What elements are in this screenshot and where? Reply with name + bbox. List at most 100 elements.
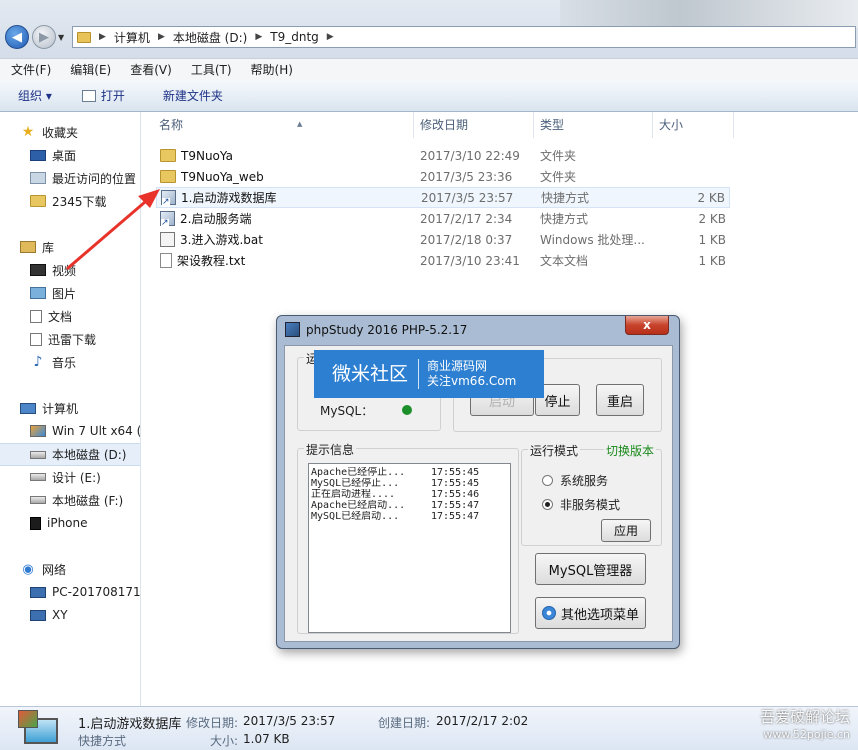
column-name-label: 名称	[159, 118, 184, 132]
forward-button[interactable]: ▶	[32, 25, 56, 49]
file-date: 2017/2/17 2:34	[420, 211, 513, 226]
sidebar-item-label: 音乐	[52, 355, 77, 370]
sidebar-item-pc-2017081717[interactable]: PC-2017081717	[30, 582, 141, 602]
column-header-date[interactable]: 修改日期	[420, 116, 468, 138]
file-row[interactable]: T9NuoYa 2017/3/10 22:49 文件夹	[156, 145, 730, 166]
radio-non-service-mode[interactable]: 非服务模式	[542, 496, 620, 513]
folder-icon	[160, 170, 176, 183]
sidebar-libraries[interactable]: 库	[20, 237, 54, 257]
sidebar-item-videos[interactable]: 视频	[30, 260, 76, 280]
radio-system-service[interactable]: 系统服务	[542, 472, 608, 489]
sidebar-item-documents[interactable]: 文档	[30, 306, 72, 326]
sidebar-item-desktop[interactable]: 桌面	[30, 145, 76, 165]
column-divider[interactable]	[652, 112, 653, 138]
file-row[interactable]: 2.启动服务端 2017/2/17 2:34 快捷方式 2 KB	[156, 208, 730, 229]
switch-version-link[interactable]: 切换版本	[604, 442, 657, 459]
drive-icon	[30, 496, 46, 504]
address-bar[interactable]: ▶ 计算机 ▶ 本地磁盘 (D:) ▶ T9_dntg ▶	[72, 26, 856, 48]
details-modified-label: 修改日期:	[186, 716, 239, 730]
log-message: 正在启动进程....	[311, 489, 396, 500]
file-size: 2 KB	[697, 190, 725, 205]
column-divider[interactable]	[533, 112, 534, 138]
video-icon	[30, 264, 46, 276]
back-button[interactable]: ◀	[5, 25, 29, 49]
address-row: ◀ ▶ ▼ ▶ 计算机 ▶ 本地磁盘 (D:) ▶ T9_dntg ▶	[0, 0, 858, 58]
watermark-line: 关注vm66.Com	[427, 374, 517, 388]
sidebar-item-label: PC-2017081717	[52, 585, 141, 599]
sidebar-item-label: 桌面	[52, 148, 77, 163]
column-header-name[interactable]: 名称 ▲	[159, 116, 302, 138]
close-button[interactable]: x	[625, 316, 669, 335]
log-message: Apache已经停止...	[311, 467, 406, 478]
mysql-manager-button[interactable]: MySQL管理器	[535, 553, 646, 585]
menu-file[interactable]: 文件(F)	[0, 61, 59, 78]
sidebar-favorites-label: 收藏夹	[42, 125, 79, 140]
picture-icon	[30, 287, 46, 299]
sidebar-item-drive-c[interactable]: Win 7 Ult x64 (C	[30, 421, 140, 441]
navigation-pane: ★ 收藏夹 桌面 最近访问的位置 2345下载 库 视频 图片 文档 迅雷下载 …	[0, 112, 141, 706]
chevron-right-icon[interactable]: ▶	[158, 32, 165, 42]
log-line: 正在启动进程.... 17:55:46	[311, 489, 508, 500]
sidebar-item-xy[interactable]: XY	[30, 605, 68, 625]
recent-pages-dropdown[interactable]: ▼	[58, 33, 64, 42]
menu-tools[interactable]: 工具(T)	[180, 61, 240, 78]
sidebar-item-drive-d[interactable]: 本地磁盘 (D:)	[0, 443, 140, 466]
breadcrumb-t9-dntg[interactable]: T9_dntg	[270, 30, 319, 44]
file-row[interactable]: T9NuoYa_web 2017/3/5 23:36 文件夹	[156, 166, 730, 187]
sidebar-item-drive-e[interactable]: 设计 (E:)	[30, 467, 101, 487]
sidebar-item-thunder-downloads[interactable]: 迅雷下载	[30, 329, 96, 349]
sidebar-computer[interactable]: 计算机	[20, 398, 78, 418]
app-icon	[18, 710, 38, 728]
file-name: 1.启动游戏数据库	[181, 191, 277, 205]
file-row[interactable]: 1.启动游戏数据库 2017/3/5 23:57 快捷方式 2 KB	[156, 187, 730, 208]
sidebar-item-2345-downloads[interactable]: 2345下载	[30, 191, 107, 211]
column-header-type[interactable]: 类型	[540, 116, 564, 138]
chevron-right-icon[interactable]: ▶	[255, 32, 262, 42]
file-size: 1 KB	[698, 253, 726, 268]
open-button[interactable]: 打开	[62, 87, 135, 104]
new-folder-button[interactable]: 新建文件夹	[135, 87, 233, 104]
restart-button[interactable]: 重启	[596, 384, 644, 416]
sidebar-item-pictures[interactable]: 图片	[30, 283, 76, 303]
apply-button[interactable]: 应用	[601, 519, 651, 542]
sidebar-item-drive-f[interactable]: 本地磁盘 (F:)	[30, 490, 123, 510]
organize-button[interactable]: 组织 ▾	[0, 87, 62, 104]
sidebar-network[interactable]: ◉ 网络	[20, 559, 66, 579]
other-options-button[interactable]: 其他选项菜单	[535, 597, 646, 629]
file-row[interactable]: 架设教程.txt 2017/3/10 23:41 文本文档 1 KB	[156, 250, 730, 271]
run-mode-group: 运行模式 切换版本 系统服务 非服务模式 应用	[521, 442, 662, 546]
column-divider[interactable]	[733, 112, 734, 138]
sidebar-item-iphone[interactable]: iPhone	[30, 513, 88, 533]
breadcrumb-drive-d[interactable]: 本地磁盘 (D:)	[173, 29, 247, 46]
file-name-cell: T9NuoYa	[160, 149, 233, 163]
log-line: Apache已经启动... 17:55:47	[311, 500, 508, 511]
folder-icon	[160, 149, 176, 162]
menu-help[interactable]: 帮助(H)	[240, 61, 301, 78]
sidebar-item-label: iPhone	[47, 516, 88, 530]
file-name-cell: 1.启动游戏数据库	[161, 189, 277, 207]
menu-view[interactable]: 查看(V)	[119, 61, 180, 78]
sidebar-item-music[interactable]: ♪ 音乐	[30, 352, 76, 372]
sidebar-item-recent-places[interactable]: 最近访问的位置	[30, 168, 136, 188]
chevron-right-icon[interactable]: ▶	[99, 32, 106, 42]
log-time: 17:55:46	[431, 489, 480, 500]
corner-watermark: 吾爱破解论坛 www.52pojie.cn	[710, 706, 850, 750]
file-type: 快捷方式	[541, 191, 590, 205]
sidebar-item-label: 设计 (E:)	[52, 470, 101, 485]
log-output[interactable]: Apache已经停止... 17:55:45 MySQL已经停止... 17:55:…	[308, 463, 511, 633]
file-name-cell: 2.启动服务端	[160, 210, 252, 228]
file-name: 2.启动服务端	[180, 212, 252, 226]
column-header-size[interactable]: 大小	[659, 116, 683, 138]
breadcrumb-computer[interactable]: 计算机	[114, 29, 150, 46]
file-row[interactable]: 3.进入游戏.bat 2017/2/18 0:37 Windows 批处理...…	[156, 229, 730, 250]
sort-up-icon: ▲	[297, 120, 303, 128]
watermark-banner: 微米社区 商业源码网 关注vm66.Com	[314, 350, 544, 398]
menu-edit[interactable]: 编辑(E)	[59, 61, 119, 78]
phpstudy-titlebar[interactable]: phpStudy 2016 PHP-5.2.17	[285, 322, 467, 337]
sidebar-item-label: 2345下载	[52, 194, 107, 209]
column-divider[interactable]	[413, 112, 414, 138]
sidebar-favorites[interactable]: ★ 收藏夹	[20, 122, 78, 142]
chevron-right-icon[interactable]: ▶	[327, 32, 334, 42]
log-time: 17:55:47	[431, 511, 480, 522]
log-line: Apache已经停止... 17:55:45	[311, 467, 508, 478]
